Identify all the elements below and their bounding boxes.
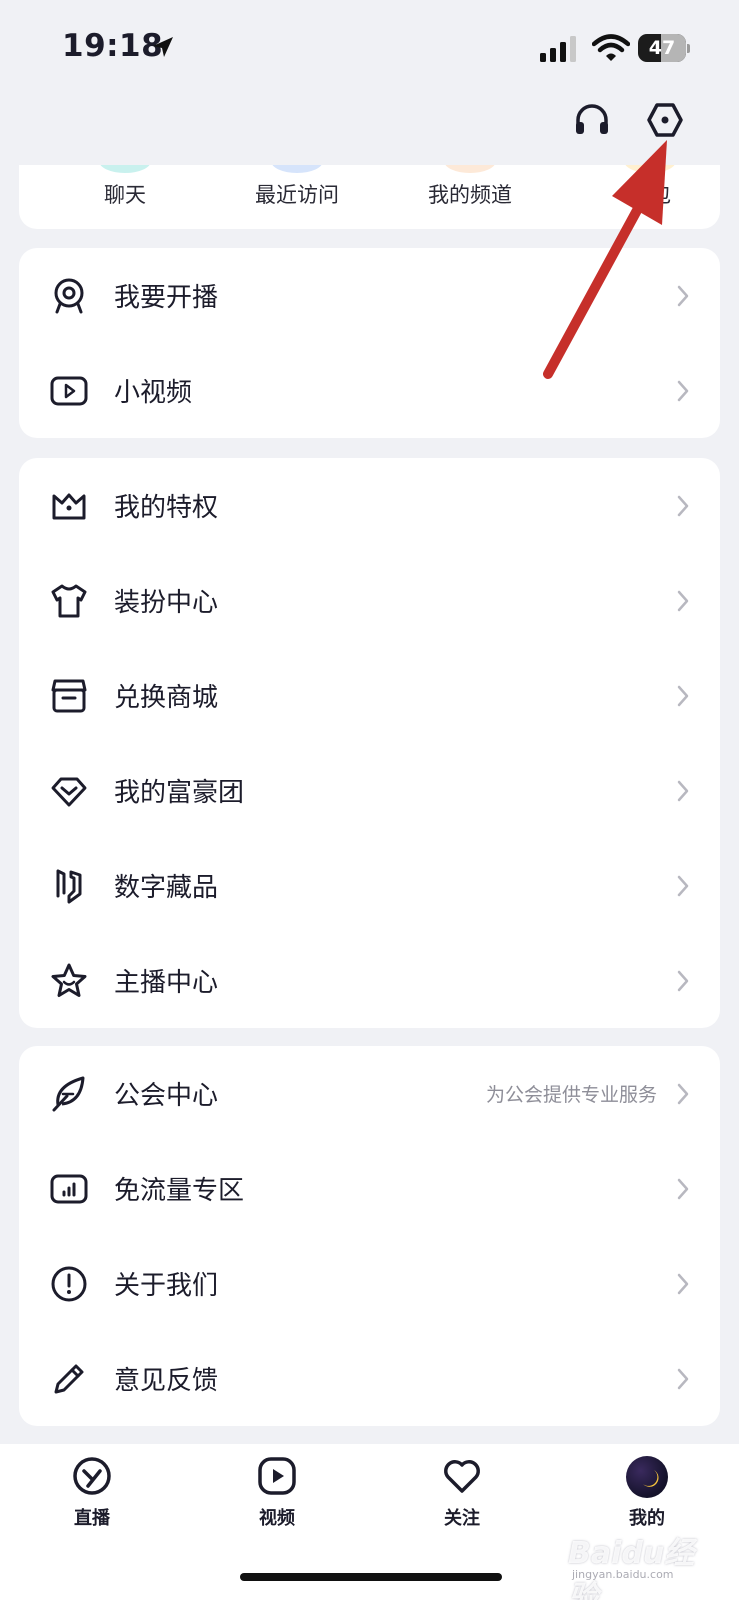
- menu-row-label: 意见反馈: [114, 1366, 219, 1396]
- menu-row-label: 兑换商城: [114, 683, 219, 713]
- menu-row-feedback[interactable]: 意见反馈: [19, 1331, 720, 1426]
- live-icon: [73, 1457, 111, 1495]
- feather-icon: [52, 1076, 85, 1111]
- chevron-right-icon: [677, 495, 689, 516]
- star-icon: [51, 963, 87, 997]
- menu-card-benefits: 我的特权 装扮中心 兑换商城 我的富豪团 数字藏品 主播中心: [19, 458, 720, 1028]
- tab-label: 直播: [74, 1508, 110, 1529]
- menu-row-label: 小视频: [114, 378, 193, 408]
- menu-row-subtitle: 为公会提供专业服务: [485, 1084, 657, 1106]
- menu-row-label: 免流量专区: [114, 1176, 245, 1206]
- menu-row-guild-center[interactable]: 公会中心 为公会提供专业服务: [19, 1046, 720, 1141]
- chevron-right-icon: [677, 1178, 689, 1199]
- menu-row-digital-collectibles[interactable]: 数字藏品: [19, 838, 720, 933]
- tab-label: 我的: [629, 1508, 665, 1529]
- chevron-right-icon: [677, 285, 689, 306]
- avatar: [626, 1456, 668, 1498]
- quick-link-label: 我的频道: [428, 183, 512, 207]
- chevron-right-icon: [677, 1273, 689, 1294]
- info-icon: [51, 1266, 87, 1301]
- tab-video[interactable]: 视频: [222, 1456, 332, 1536]
- store-icon: [51, 679, 87, 712]
- menu-row-label: 装扮中心: [114, 588, 219, 618]
- chevron-right-icon: [677, 1083, 689, 1104]
- battery-body: 47: [638, 34, 686, 62]
- chevron-right-icon: [677, 970, 689, 991]
- chevron-right-icon: [677, 380, 689, 401]
- menu-row-label: 我的特权: [114, 493, 219, 523]
- tab-follow[interactable]: 关注: [407, 1456, 517, 1536]
- collectible-icon: [56, 869, 82, 903]
- tab-label: 视频: [259, 1508, 295, 1529]
- battery-tip: [687, 44, 690, 53]
- quick-link-icon: [624, 165, 676, 173]
- video-icon: [258, 1457, 296, 1495]
- quick-link-label: 聊天: [104, 183, 146, 207]
- tab-label: 关注: [444, 1508, 480, 1529]
- webcam-icon: [54, 278, 84, 313]
- chevron-right-icon: [677, 780, 689, 801]
- menu-row-label: 主播中心: [114, 968, 219, 998]
- pencil-icon: [54, 1364, 84, 1393]
- quick-link-label: 钱包: [629, 183, 671, 207]
- watermark-sub: jingyan.baidu.com: [572, 1568, 674, 1581]
- menu-row-exchange-mall[interactable]: 兑换商城: [19, 648, 720, 743]
- menu-row-short-video[interactable]: 小视频: [19, 343, 720, 438]
- menu-row-label: 我的富豪团: [114, 778, 245, 808]
- menu-row-privileges[interactable]: 我的特权: [19, 458, 720, 553]
- menu-row-start-live[interactable]: 我要开播: [19, 248, 720, 343]
- quick-link-icon: [271, 165, 323, 173]
- quick-link-wallet[interactable]: 钱包: [585, 165, 715, 229]
- tshirt-icon: [51, 584, 87, 617]
- menu-row-anchor-center[interactable]: 主播中心: [19, 933, 720, 1028]
- status-bar: 19:18 47: [0, 0, 739, 96]
- quick-link-icon: [99, 165, 151, 173]
- quick-link-label: 最近访问: [255, 183, 339, 207]
- battery-indicator: 47: [638, 34, 690, 62]
- menu-row-label: 数字藏品: [114, 873, 219, 903]
- menu-row-rich-club[interactable]: 我的富豪团: [19, 743, 720, 838]
- quick-links-card: 聊天 最近访问 我的频道 钱包: [19, 165, 720, 229]
- diamond-icon: [51, 777, 87, 806]
- menu-card-more: 公会中心 为公会提供专业服务 免流量专区 关于我们 意见反馈: [19, 1046, 720, 1426]
- menu-row-about-us[interactable]: 关于我们: [19, 1236, 720, 1331]
- tab-live[interactable]: 直播: [37, 1456, 147, 1536]
- chevron-right-icon: [677, 590, 689, 611]
- headphones-icon[interactable]: [572, 100, 612, 140]
- cellular-signal-icon: [540, 36, 576, 62]
- menu-row-free-data[interactable]: 免流量专区: [19, 1141, 720, 1236]
- location-arrow-icon: [153, 37, 173, 57]
- quick-link-icon: [444, 165, 496, 173]
- video-play-icon: [50, 376, 88, 405]
- wifi-icon: [592, 34, 630, 61]
- crown-icon: [52, 493, 86, 519]
- home-indicator: [240, 1573, 502, 1581]
- tab-me[interactable]: 我的: [592, 1456, 702, 1536]
- settings-icon[interactable]: [645, 100, 685, 140]
- menu-row-label: 关于我们: [114, 1271, 219, 1301]
- quick-link-chat[interactable]: 聊天: [60, 165, 190, 229]
- watermark-text: Baidu经验: [568, 1536, 695, 1600]
- chevron-right-icon: [677, 685, 689, 706]
- battery-percent: 47: [648, 37, 676, 59]
- chevron-right-icon: [677, 1368, 689, 1389]
- status-time: 19:18: [62, 28, 164, 64]
- chevron-right-icon: [677, 875, 689, 896]
- quick-link-recent[interactable]: 最近访问: [232, 165, 362, 229]
- menu-card-streaming: 我要开播 小视频: [19, 248, 720, 438]
- menu-row-label: 公会中心: [114, 1081, 219, 1111]
- quick-link-channel[interactable]: 我的频道: [405, 165, 535, 229]
- menu-row-dressup[interactable]: 装扮中心: [19, 553, 720, 648]
- baidu-watermark: Baidu经验 jingyan.baidu.com: [568, 1528, 708, 1600]
- heart-icon: [444, 1460, 480, 1493]
- data-chart-icon: [50, 1174, 88, 1203]
- menu-row-label: 我要开播: [114, 283, 219, 313]
